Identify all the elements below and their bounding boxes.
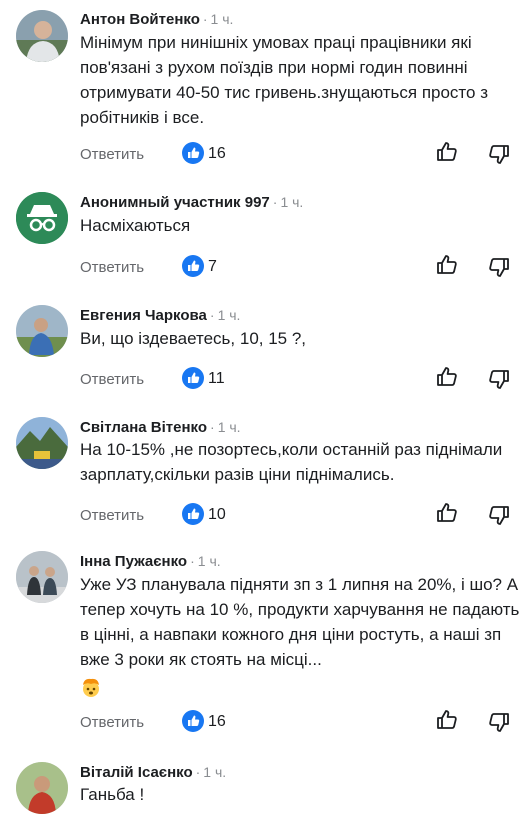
avatar[interactable]	[16, 762, 68, 814]
thumbs-up-icon[interactable]	[435, 501, 459, 525]
like-reaction-icon[interactable]	[182, 710, 204, 732]
author-name[interactable]: Світлана Вітенко	[80, 419, 207, 436]
like-count: 11	[208, 370, 225, 387]
like-count: 16	[208, 713, 226, 730]
reply-button[interactable]: Ответить	[80, 371, 144, 388]
like-reaction-icon[interactable]	[182, 142, 204, 164]
avatar-photo-icon	[16, 762, 68, 814]
thumbs-up-icon[interactable]	[435, 253, 459, 277]
thumbs-down-icon[interactable]	[487, 503, 511, 527]
thumbs-down-icon[interactable]	[487, 255, 511, 279]
anonymous-incognito-icon	[16, 192, 68, 244]
thumbs-up-icon[interactable]	[435, 140, 459, 164]
like-count: 7	[208, 258, 217, 275]
author-name[interactable]: Інна Пужаєнко	[80, 553, 187, 570]
like-count: 16	[208, 145, 226, 162]
comment-actions: Ответить 7	[80, 253, 530, 283]
timestamp[interactable]: 1 ч.	[218, 419, 241, 435]
thumbs-down-icon[interactable]	[487, 710, 511, 734]
thumbs-up-icon[interactable]	[435, 708, 459, 732]
comment-actions: Ответить 16	[80, 140, 530, 170]
comment-text: Насміхаються	[80, 216, 191, 235]
author-name[interactable]: Віталій Ісаєнко	[80, 764, 193, 781]
like-count: 10	[208, 506, 226, 523]
comment-text: Уже УЗ планувала підняти зп з 1 липня на…	[80, 572, 520, 705]
comment-text-body: Уже УЗ планувала підняти зп з 1 липня на…	[80, 575, 520, 669]
like-reaction-icon[interactable]	[182, 255, 204, 277]
avatar[interactable]	[16, 551, 68, 603]
avatar-photo-icon	[16, 551, 68, 603]
avatar[interactable]	[16, 417, 68, 469]
reply-button[interactable]: Ответить	[80, 507, 144, 524]
timestamp[interactable]: 1 ч.	[198, 553, 221, 569]
avatar-photo-icon	[16, 10, 68, 62]
avatar[interactable]	[16, 192, 68, 244]
timestamp[interactable]: 1 ч.	[211, 11, 234, 27]
reply-button[interactable]: Ответить	[80, 714, 144, 731]
comment-actions: Ответить 16	[80, 708, 530, 738]
exploding-head-emoji-icon	[83, 678, 99, 697]
comment-text: На 10-15% ,не позортесь,коли останній ра…	[80, 440, 503, 484]
comment-actions: Ответить 11	[80, 365, 530, 395]
avatar-photo-icon	[16, 305, 68, 357]
comment-text: Ви, що іздеваетесь, 10, 15 ?,	[80, 329, 307, 348]
timestamp[interactable]: 1 ч.	[203, 764, 226, 780]
author-name[interactable]: Антон Войтенко	[80, 11, 200, 28]
like-reaction-icon[interactable]	[182, 503, 204, 525]
comment-text: Ганьба !	[80, 785, 145, 804]
thumbs-down-icon[interactable]	[487, 142, 511, 166]
reply-button[interactable]: Ответить	[80, 146, 144, 163]
like-reaction-icon[interactable]	[182, 367, 204, 389]
avatar[interactable]	[16, 305, 68, 357]
reply-button[interactable]: Ответить	[80, 259, 144, 276]
thumbs-down-icon[interactable]	[487, 367, 511, 391]
comment-actions: Ответить 10	[80, 501, 530, 531]
comment-text: Мінімум при нинішніх умовах праці праців…	[80, 33, 488, 127]
author-name[interactable]: Анонимный участник 997	[80, 194, 270, 211]
timestamp[interactable]: 1 ч.	[280, 194, 303, 210]
author-name[interactable]: Евгения Чаркова	[80, 307, 207, 324]
avatar[interactable]	[16, 10, 68, 62]
avatar-photo-icon	[16, 417, 68, 469]
timestamp[interactable]: 1 ч.	[218, 307, 241, 323]
thumbs-up-icon[interactable]	[435, 365, 459, 389]
